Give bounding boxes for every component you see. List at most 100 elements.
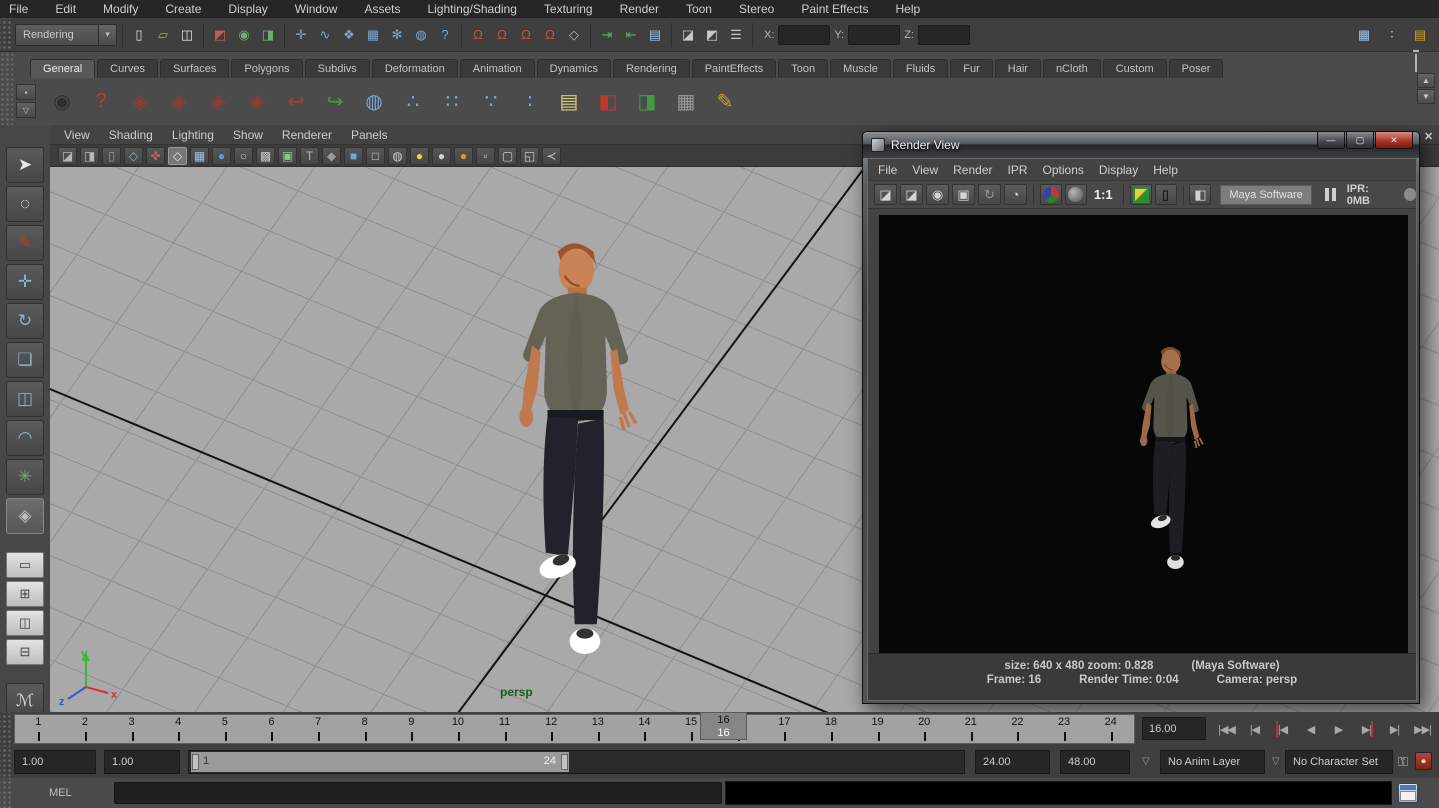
mel-input-field[interactable] — [114, 782, 722, 804]
menu-item[interactable]: Display — [228, 2, 267, 16]
y-input[interactable] — [848, 25, 900, 45]
shelf-grip[interactable] — [0, 52, 13, 125]
film-gate-icon[interactable]: ▦ — [190, 147, 209, 165]
panel-menu-item[interactable]: Renderer — [282, 128, 332, 142]
panel-menu-item[interactable]: Show — [233, 128, 263, 142]
frame-cell[interactable]: 14 — [621, 715, 668, 743]
remove-image-button[interactable]: ▯ — [1155, 184, 1177, 205]
mel-label[interactable]: MEL — [49, 787, 72, 799]
paint-selection-tool[interactable]: ✎ — [6, 225, 44, 261]
panel-menu-item[interactable]: Panels — [351, 128, 388, 142]
timeline-grip[interactable] — [0, 712, 13, 746]
menu-item[interactable]: Edit — [55, 2, 76, 16]
menu-set-selector[interactable]: Rendering ▾ — [15, 24, 117, 46]
default-material-icon[interactable]: ◆ — [322, 147, 341, 165]
channel-box-toggle-icon[interactable]: ▤ — [1409, 24, 1431, 46]
auto-keyframe-toggle-icon[interactable]: ⏺ — [1415, 752, 1432, 770]
snap-center-icon[interactable]: ✻ — [386, 24, 408, 46]
frame-cell[interactable]: 22 — [994, 715, 1041, 743]
set-key-icon[interactable]: ⚿ — [1398, 754, 1408, 770]
rangebar-grip[interactable] — [0, 746, 13, 778]
frame-cell[interactable]: 21 — [948, 715, 995, 743]
snap-magnet-curve-icon[interactable]: Ω — [491, 24, 513, 46]
frame-cell[interactable]: 10 — [435, 715, 482, 743]
checker-sphere-icon[interactable]: ◍ — [388, 147, 407, 165]
step-back-frame-button[interactable]: |◀ — [1241, 716, 1268, 742]
panel-menu-item[interactable]: Shading — [109, 128, 153, 142]
isolate-select-icon[interactable]: ▫ — [476, 147, 495, 165]
playback-start-field[interactable]: 1.00 — [104, 750, 180, 774]
range-end-handle[interactable] — [561, 754, 568, 770]
soft-modification-tool[interactable]: ◠ — [6, 420, 44, 456]
hypergraph-hierarchy-icon[interactable]: ∴ — [397, 85, 429, 117]
snap-curve-icon[interactable]: ∿ — [314, 24, 336, 46]
projector-icon[interactable]: ◉ — [46, 85, 78, 117]
shelf-tab[interactable]: Hair — [995, 59, 1041, 78]
snap-magnet-plane-icon[interactable]: Ω — [539, 24, 561, 46]
save-scene-icon[interactable]: ◫ — [176, 24, 198, 46]
menu-item[interactable]: Render — [620, 2, 659, 16]
range-slider-track[interactable]: 1 24 — [188, 750, 965, 774]
frame-cell[interactable]: 8 — [341, 715, 388, 743]
shelf-tab[interactable]: Fluids — [893, 59, 948, 78]
rendered-image[interactable] — [879, 215, 1408, 653]
chevron-down-icon[interactable]: ▽ — [1272, 756, 1280, 767]
transparency-cube-icon[interactable]: □ — [366, 147, 385, 165]
character-model[interactable] — [488, 240, 658, 665]
minimize-button[interactable]: — — [1317, 132, 1345, 149]
play-backwards-button[interactable]: ◀ — [1297, 716, 1324, 742]
chevron-down-icon[interactable]: ▽ — [1142, 756, 1150, 767]
frame-cell[interactable]: 2 — [62, 715, 109, 743]
snap-point-icon[interactable]: ❖ — [338, 24, 360, 46]
x-input[interactable] — [778, 25, 830, 45]
redo-previous-render-icon[interactable]: ◪ — [900, 184, 923, 205]
alpha-channel-icon[interactable] — [1065, 184, 1087, 205]
smooth-cube-icon[interactable]: ■ — [344, 147, 363, 165]
open-scene-icon[interactable]: ▱ — [152, 24, 174, 46]
render-view-window[interactable]: Render View — ▢ ✕ FileViewRenderIPROptio… — [862, 131, 1420, 704]
render-view-menu-item[interactable]: Help — [1153, 163, 1178, 177]
menu-item[interactable]: Create — [165, 2, 201, 16]
construction-history-icon[interactable]: ▤ — [644, 24, 666, 46]
shelf-dropdown-button[interactable]: ▽ — [16, 102, 36, 118]
hypergraph-input-icon[interactable]: ∵ — [475, 85, 507, 117]
frame-cell[interactable]: 4 — [155, 715, 202, 743]
render-view-menu-item[interactable]: View — [912, 163, 938, 177]
shelf-tab[interactable]: Custom — [1103, 59, 1167, 78]
open-render-settings-button[interactable]: ◧ — [1189, 184, 1211, 205]
playback-end-field[interactable]: 24.00 — [975, 750, 1050, 774]
shelf-tab[interactable]: Polygons — [231, 59, 302, 78]
shelf-tab[interactable]: Muscle — [830, 59, 891, 78]
outliner-window-icon[interactable]: ▤ — [553, 85, 585, 117]
pan-zoom-icon[interactable]: ✜ — [146, 147, 165, 165]
camera-attrs-icon[interactable]: ◪ — [58, 147, 77, 165]
keep-image-button[interactable] — [1130, 184, 1152, 205]
layered-view-icon[interactable]: ◱ — [520, 147, 539, 165]
shelf-tab[interactable]: Fur — [950, 59, 993, 78]
menu-item[interactable]: Paint Effects — [801, 2, 868, 16]
camera-dolly-icon[interactable]: ◈ — [202, 85, 234, 117]
flat-shade-icon[interactable]: ○ — [234, 147, 253, 165]
frame-cell[interactable]: 24 — [1087, 715, 1134, 743]
output-connections-icon[interactable]: ⇤ — [620, 24, 642, 46]
layout-graph-pane[interactable]: ⊟ — [6, 639, 44, 665]
camera-orbit-icon[interactable]: ◈ — [124, 85, 156, 117]
shelf-scroll-down-icon[interactable]: ▼ — [1417, 89, 1435, 104]
frame-cell[interactable]: 3 — [108, 715, 155, 743]
light-yellow-icon[interactable]: ● — [410, 147, 429, 165]
help-icon[interactable]: ? — [85, 85, 117, 117]
rotate-tool[interactable]: ↻ — [6, 303, 44, 339]
wireframe-icon[interactable]: ◇ — [168, 147, 187, 165]
ipr-render-icon[interactable]: ▣ — [952, 184, 975, 205]
view-book-icon[interactable]: ▯ — [102, 147, 121, 165]
render-current-frame-icon[interactable]: ◪ — [677, 24, 699, 46]
frame-cell[interactable]: 23 — [1041, 715, 1088, 743]
assign-material-icon[interactable]: ◨ — [631, 85, 663, 117]
current-time-field[interactable]: 16.00 — [1142, 717, 1206, 740]
attribute-editor-toggle-icon[interactable]: ▦ — [1353, 24, 1375, 46]
menu-item[interactable]: Modify — [103, 2, 138, 16]
animation-end-field[interactable]: 48.00 — [1060, 750, 1130, 774]
shelf-tab[interactable]: Animation — [460, 59, 535, 78]
select-object-icon[interactable]: ◉ — [233, 24, 255, 46]
script-editor-icon[interactable] — [1398, 783, 1418, 803]
